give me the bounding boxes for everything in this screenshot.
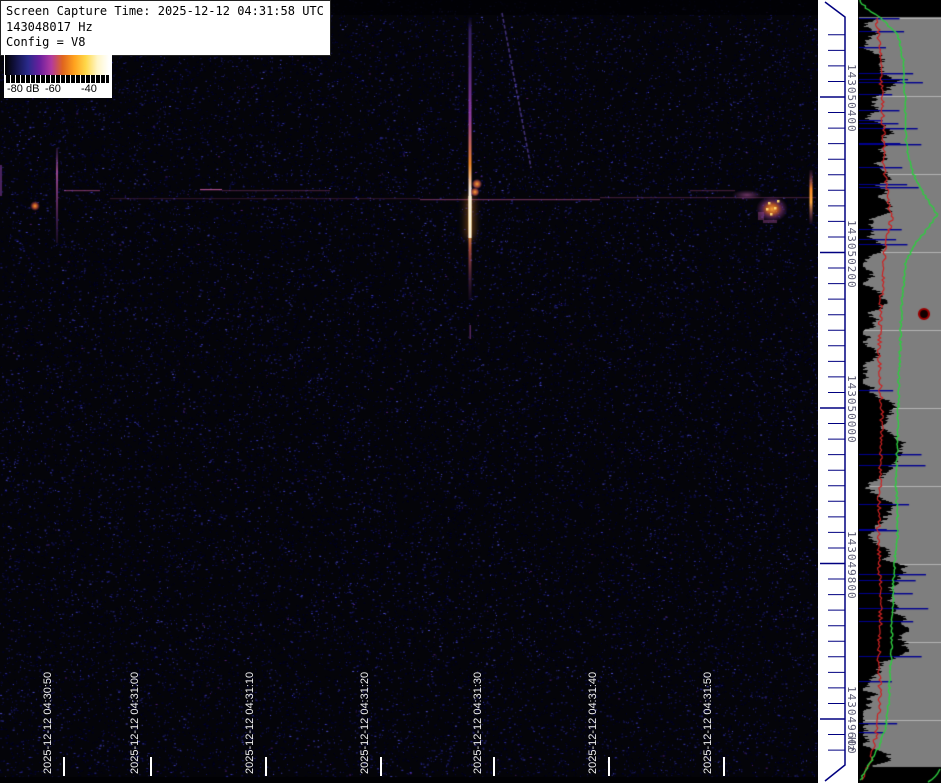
capture-time-text: Screen Capture Time: 2025-12-12 04:31:58… [6, 4, 324, 20]
time-axis-tick [265, 757, 267, 776]
time-axis-label: 2025-12-12 04:31:20 [359, 672, 371, 774]
frequency-tick-label: 143049800 [845, 531, 858, 600]
time-axis-tick [723, 757, 725, 776]
frequency-unit-label: Hz [845, 737, 858, 752]
time-axis-label: 2025-12-12 04:31:10 [244, 672, 256, 774]
colormap-gradient-bar [5, 55, 109, 75]
frequency-tick-label: 143050000 [845, 375, 858, 444]
config-text: Config = V8 [6, 35, 324, 51]
capture-info-box: Screen Capture Time: 2025-12-12 04:31:58… [0, 0, 331, 56]
legend-db-labels: -80 dB -60 -40 [5, 83, 111, 97]
time-axis-tick [380, 757, 382, 776]
frequency-axis: 1430504001430502001430500001430498001430… [818, 0, 858, 783]
waterfall-spectrogram-canvas [0, 0, 818, 783]
spectrum-graph-canvas [858, 0, 941, 783]
legend-label-min: -80 dB [7, 83, 39, 95]
time-axis-tick [493, 757, 495, 776]
intensity-color-legend: -80 dB -60 -40 [4, 54, 112, 98]
time-axis-label: 2025-12-12 04:31:30 [472, 672, 484, 774]
frequency-tick-label: 143050400 [845, 64, 858, 133]
center-frequency-text: 143048017 Hz [6, 20, 324, 36]
time-axis-label: 2025-12-12 04:30:50 [42, 672, 54, 774]
time-axis-tick [63, 757, 65, 776]
spectrogram-screen: 2025-12-12 04:30:50 2025-12-12 04:31:00 20… [0, 0, 941, 783]
time-axis-tick [150, 757, 152, 776]
time-axis-label: 2025-12-12 04:31:00 [129, 672, 141, 774]
legend-label-max: -40 [81, 83, 97, 95]
legend-tick-ruler [5, 75, 109, 83]
frequency-tick-label: 143050200 [845, 220, 858, 289]
time-axis-label: 2025-12-12 04:31:50 [702, 672, 714, 774]
time-axis-label: 2025-12-12 04:31:40 [587, 672, 599, 774]
legend-label-mid: -60 [45, 83, 61, 95]
time-axis-tick [608, 757, 610, 776]
